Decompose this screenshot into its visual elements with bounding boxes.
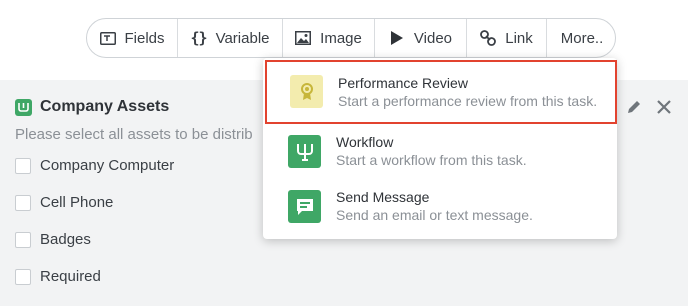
text-field-icon [99,29,116,47]
checkbox-label: Badges [40,231,91,248]
more-label: More.. [560,29,604,47]
link-button[interactable]: Link [467,19,547,57]
braces-icon: {} [190,29,208,47]
play-icon [389,29,405,47]
menu-item-title: Performance Review [338,75,468,91]
image-label: Image [320,29,362,47]
more-button[interactable]: More.. [547,19,615,57]
close-icon[interactable] [656,99,672,115]
link-label: Link [505,29,533,47]
card-title: Company Assets [40,98,170,115]
award-ribbon-icon [290,75,323,108]
menu-item-text: Send Message Send an email or text messa… [336,189,533,224]
card-header: Company Assets [15,98,169,116]
menu-item-title: Workflow [336,134,394,150]
card-description: Please select all assets to be distrib [15,126,253,143]
link-icon [480,29,497,47]
menu-item-subtitle: Start a workflow from this task. [336,152,527,168]
menu-item-subtitle: Start a performance review from this tas… [338,93,598,109]
checkbox-row-required[interactable]: Required [15,268,101,285]
pencil-icon[interactable] [626,99,642,115]
video-label: Video [413,29,452,47]
checkbox[interactable] [15,231,31,248]
menu-item-send-message[interactable]: Send Message Send an email or text messa… [263,181,617,239]
message-icon [288,190,321,223]
checkbox-row-cell-phone[interactable]: Cell Phone [15,194,113,211]
app-logo-icon [15,98,32,116]
menu-item-workflow[interactable]: Workflow Start a workflow from this task… [263,126,617,184]
checkbox-label: Cell Phone [40,194,114,211]
menu-item-title: Send Message [336,189,430,205]
checkbox[interactable] [15,268,31,285]
insert-toolbar: Fields {} Variable Image Video Link More… [86,18,616,58]
more-dropdown-menu: Performance Review Start a performance r… [263,58,617,239]
variable-button[interactable]: {} Variable [178,19,283,57]
menu-item-performance-review[interactable]: Performance Review Start a performance r… [265,60,617,124]
video-button[interactable]: Video [375,19,467,57]
checkbox[interactable] [15,157,31,174]
checkbox[interactable] [15,194,31,211]
fields-button[interactable]: Fields [87,19,178,57]
checkbox-row-badges[interactable]: Badges [15,231,91,248]
workflow-icon [288,135,321,168]
image-button[interactable]: Image [283,19,375,57]
menu-item-text: Performance Review Start a performance r… [338,75,597,110]
image-icon [295,29,312,47]
checkbox-label: Company Computer [40,157,175,174]
menu-item-text: Workflow Start a workflow from this task… [336,134,527,169]
variable-label: Variable [215,29,270,47]
fields-label: Fields [124,29,165,47]
checkbox-row-company-computer[interactable]: Company Computer [15,157,174,174]
menu-item-subtitle: Send an email or text message. [336,207,533,223]
checkbox-label: Required [40,268,101,285]
